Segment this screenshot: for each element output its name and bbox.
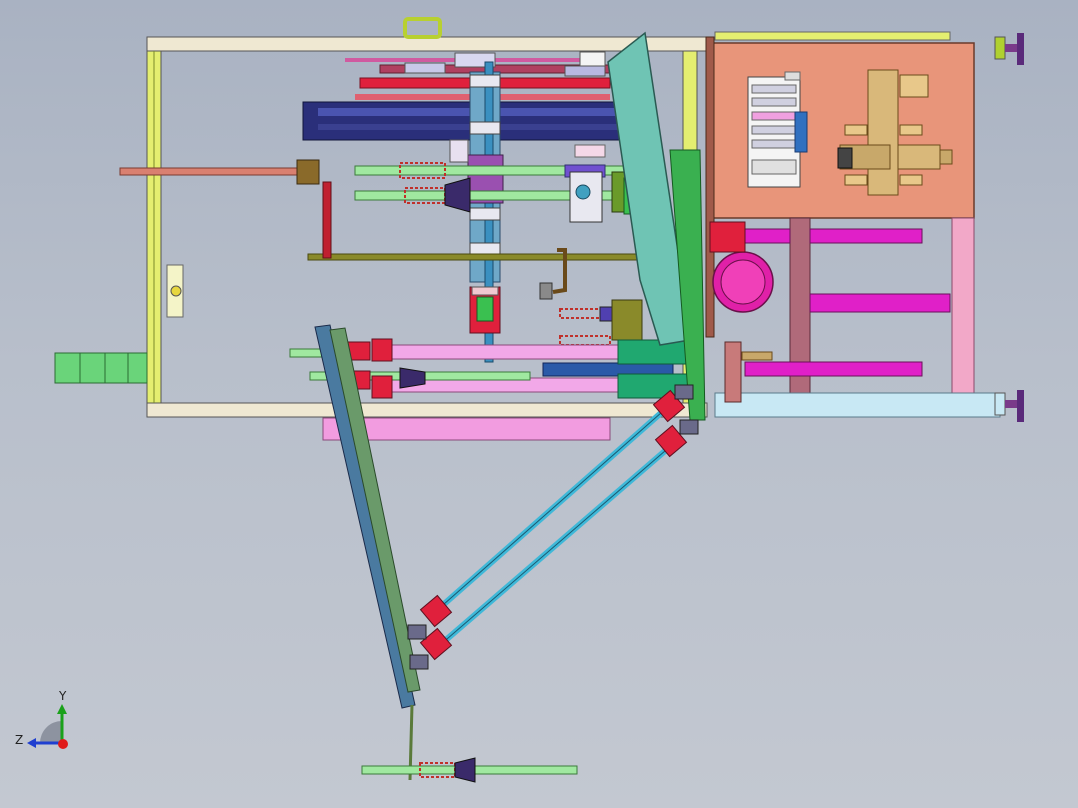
olive-rod bbox=[307, 253, 639, 261]
bottom-push-rod bbox=[361, 757, 578, 783]
right-frame-lower bbox=[714, 217, 1001, 418]
left-bracket bbox=[166, 264, 184, 318]
magenta-pipes bbox=[744, 228, 951, 377]
upper-rail-assembly bbox=[302, 51, 626, 141]
leveling-feet bbox=[994, 33, 1024, 422]
coordinate-triad[interactable]: Y Z bbox=[15, 689, 68, 749]
diagonal-struts bbox=[433, 402, 682, 648]
y-axis-label: Y bbox=[58, 689, 67, 703]
plc-module bbox=[747, 71, 808, 188]
rod-collar bbox=[296, 159, 320, 185]
spring-group-middle bbox=[559, 299, 643, 346]
red-vertical-bar bbox=[322, 181, 332, 259]
salmon-rod bbox=[119, 167, 311, 176]
assembly-drawing: Y Z bbox=[15, 17, 1024, 783]
y-arrowhead-icon bbox=[57, 704, 67, 714]
small-cylinder bbox=[539, 282, 553, 300]
top-handle bbox=[403, 17, 442, 39]
cad-viewport[interactable]: Y Z bbox=[0, 0, 1078, 808]
z-axis-label: Z bbox=[15, 733, 23, 747]
x-axis-dot bbox=[58, 739, 68, 749]
diagonal-arm bbox=[314, 324, 421, 781]
left-cylinder bbox=[54, 352, 148, 384]
z-arrowhead-icon bbox=[27, 738, 36, 748]
